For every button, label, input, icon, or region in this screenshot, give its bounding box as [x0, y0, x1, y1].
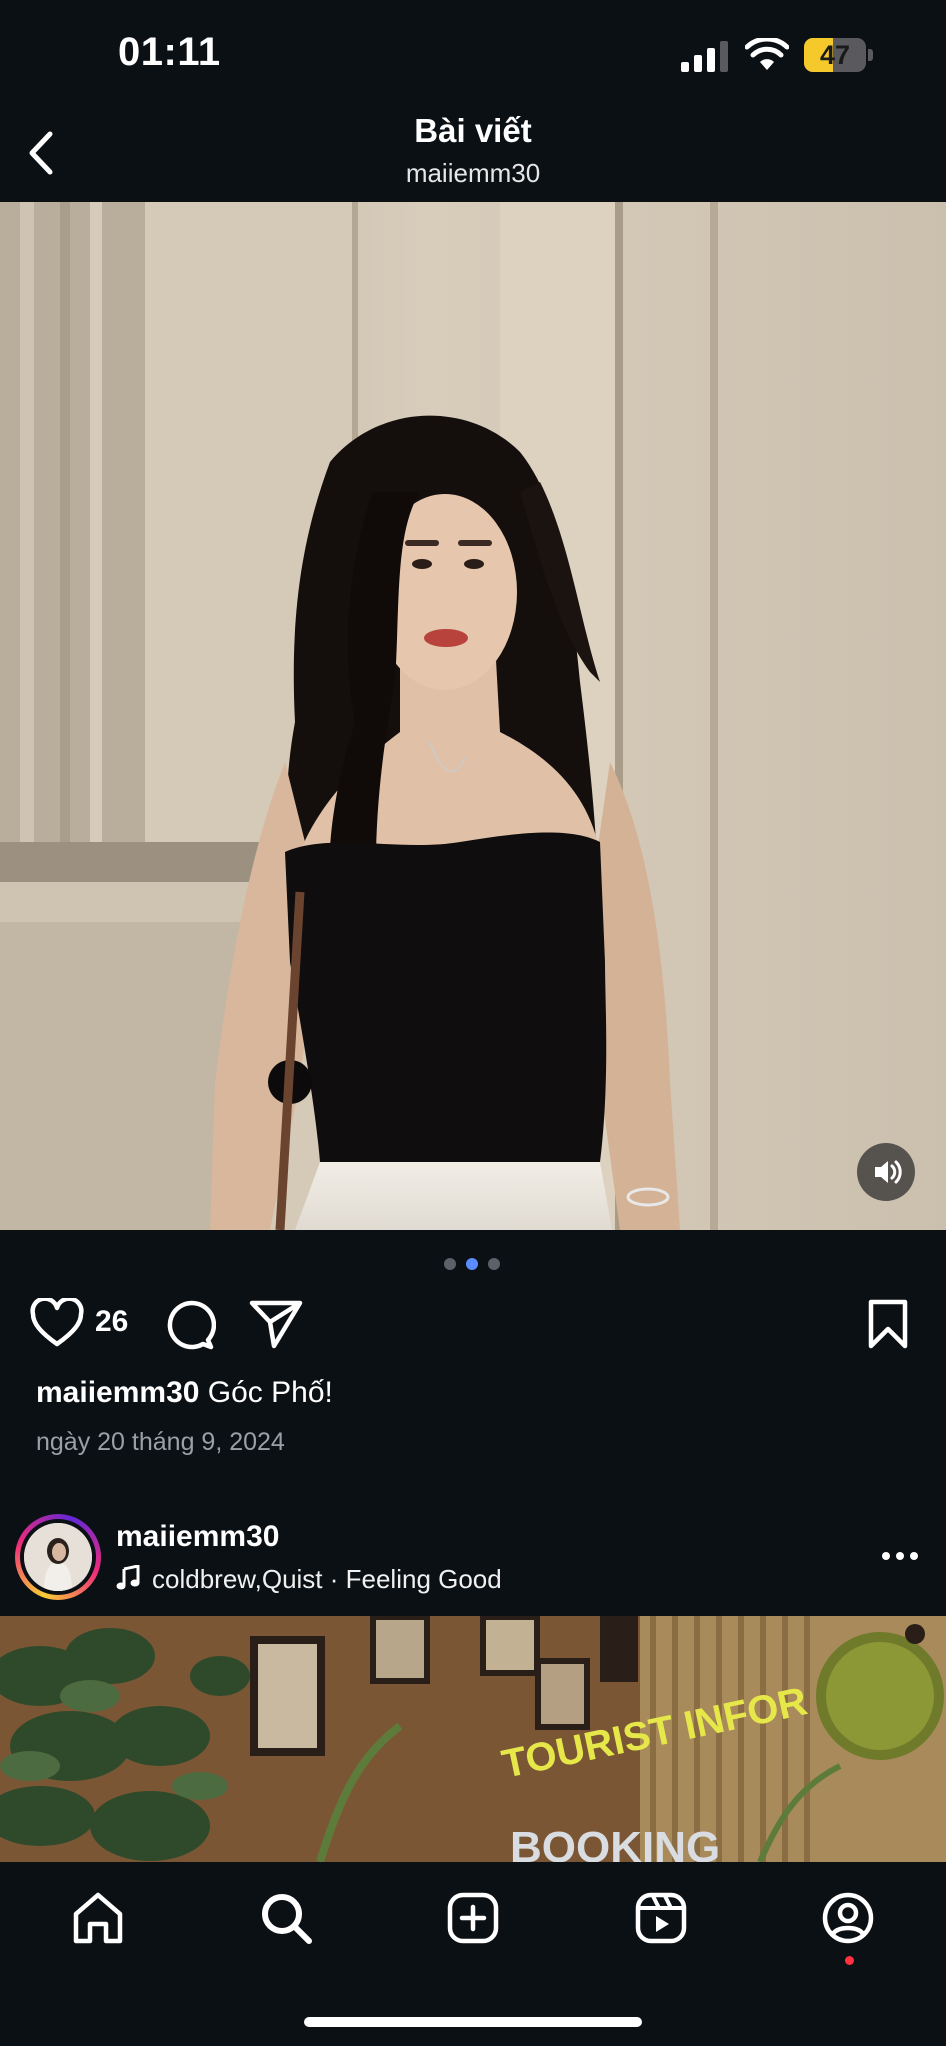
carousel-dot: [444, 1258, 456, 1270]
page-title: Bài viết: [414, 112, 532, 149]
bookmark-icon[interactable]: [866, 1298, 910, 1350]
music-note-icon: [116, 1565, 140, 1590]
page-subtitle-username[interactable]: maiiemm30: [0, 158, 946, 189]
profile-icon[interactable]: [820, 1890, 876, 1946]
reels-icon[interactable]: [633, 1890, 689, 1946]
post-photo[interactable]: TOURIST INFOR BOOKING: [0, 1616, 946, 1862]
music-label[interactable]: coldbrew,Quist · Feeling Good: [152, 1564, 502, 1595]
caption-username[interactable]: maiiemm30: [36, 1376, 199, 1409]
post-username[interactable]: maiiemm30: [116, 1520, 279, 1554]
share-icon[interactable]: [248, 1298, 304, 1350]
sign-text-2: BOOKING: [510, 1823, 720, 1862]
cellular-signal-icon: [681, 41, 728, 72]
post-photo-image: TOURIST INFOR BOOKING: [0, 1616, 946, 1862]
post-caption: maiiemm30 Góc Phố!: [36, 1376, 333, 1410]
battery-icon: 47: [804, 38, 874, 72]
heart-icon[interactable]: [30, 1298, 84, 1350]
carousel-dot: [488, 1258, 500, 1270]
carousel-dot-active: [466, 1258, 478, 1270]
search-icon[interactable]: [258, 1890, 314, 1946]
status-time: 01:11: [118, 30, 221, 74]
carousel-indicator: [444, 1258, 504, 1270]
more-options-icon[interactable]: [880, 1550, 920, 1562]
volume-toggle-button[interactable]: [857, 1143, 915, 1201]
caption-text: Góc Phố!: [199, 1376, 333, 1409]
battery-level: 47: [819, 40, 851, 70]
home-icon[interactable]: [70, 1890, 126, 1946]
post-photo-image: [0, 202, 946, 1230]
post-date: ngày 20 tháng 9, 2024: [36, 1428, 285, 1456]
notification-dot: [845, 1956, 854, 1965]
speaker-icon: [875, 1160, 902, 1184]
avatar[interactable]: [15, 1514, 101, 1600]
comment-icon[interactable]: [162, 1298, 216, 1350]
wifi-icon: [745, 38, 789, 70]
home-indicator[interactable]: [304, 2017, 642, 2027]
like-count[interactable]: 26: [95, 1305, 128, 1339]
create-post-icon[interactable]: [445, 1890, 501, 1946]
avatar-image: [24, 1523, 92, 1591]
post-photo[interactable]: [0, 202, 946, 1230]
